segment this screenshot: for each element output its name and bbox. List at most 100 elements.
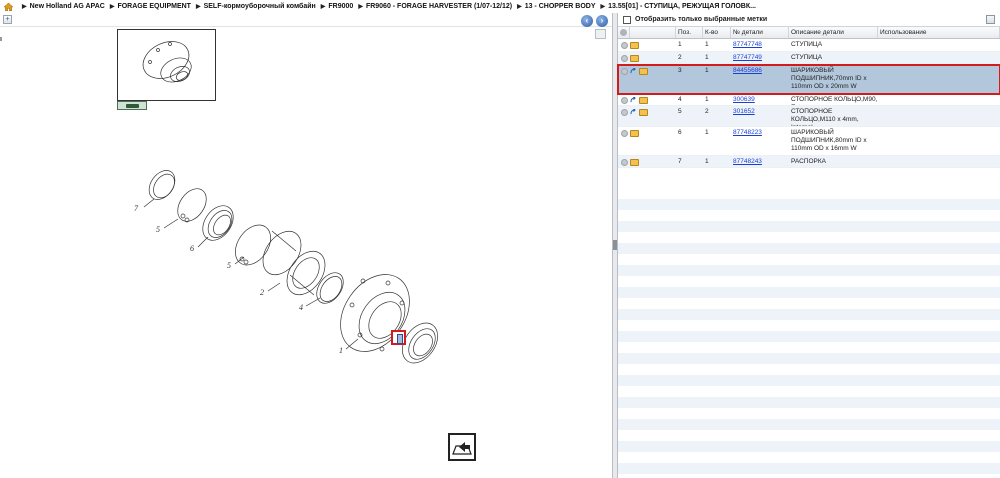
parts-list-pane: Отобразить только выбранные метки Поз. К… — [617, 13, 1000, 478]
description-cell: СТОПОРНОЕ КОЛЬЦО,M110 x 4mm, Internal — [791, 108, 859, 126]
breadcrumb-separator: ▶ — [22, 4, 27, 10]
callout-7[interactable]: 7 — [134, 204, 139, 213]
part-2-hub-sleeve[interactable] — [255, 224, 333, 302]
next-icon[interactable]: › — [596, 15, 608, 27]
part-box-icon[interactable] — [630, 159, 639, 166]
pos-cell: 7 — [678, 158, 682, 165]
part-box-icon[interactable] — [630, 42, 639, 49]
diagram-thumbnail[interactable] — [117, 29, 216, 101]
breadcrumb-item[interactable]: FR9000 — [328, 3, 353, 10]
expand-icon[interactable]: + — [3, 15, 12, 24]
link-arrow-icon[interactable] — [630, 109, 637, 115]
description-cell: СТУПИЦА — [791, 54, 823, 61]
part-no-header[interactable]: № детали — [731, 27, 789, 38]
breadcrumb: ▶ New Holland AG APAC ▶ FORAGE EQUIPMENT… — [0, 0, 1000, 13]
breadcrumb-item[interactable]: FORAGE EQUIPMENT — [117, 3, 191, 10]
breadcrumb-item[interactable]: 13 - CHOPPER BODY — [525, 3, 596, 10]
export-icon[interactable] — [448, 433, 476, 461]
prev-icon[interactable]: ‹ — [581, 15, 593, 27]
breadcrumb-item[interactable]: FR9060 - FORAGE HARVESTER (1/07-12/12) — [366, 3, 512, 10]
part-box-icon[interactable] — [639, 109, 648, 116]
select-all-header[interactable] — [618, 27, 630, 38]
table-row[interactable]: 2 1 87747749 СТУПИЦА — [618, 52, 1000, 65]
part-number-link[interactable]: 301652 — [731, 106, 789, 126]
select-icon[interactable] — [621, 159, 628, 166]
part-number-link[interactable]: 87748243 — [731, 156, 789, 167]
usage-cell — [878, 106, 1000, 126]
pos-cell: 4 — [678, 96, 682, 103]
part-box-icon[interactable] — [639, 97, 648, 104]
part-4-retaining-ring[interactable] — [311, 268, 349, 308]
pos-header[interactable]: Поз. — [676, 27, 703, 38]
breadcrumb-item[interactable]: New Holland AG APAC — [30, 3, 105, 10]
pos-cell: 5 — [678, 108, 682, 115]
fit-view-button[interactable] — [595, 29, 606, 39]
select-all-icon[interactable] — [620, 29, 627, 36]
splitter-grip[interactable] — [613, 240, 617, 250]
part-7-spacer[interactable] — [144, 166, 180, 205]
description-header[interactable]: Описание детали — [789, 27, 878, 38]
part-6-bearing[interactable] — [196, 200, 239, 246]
callout-5-lower[interactable]: 5 — [227, 261, 231, 270]
row-icons — [618, 65, 676, 93]
breadcrumb-item-current: 13.55[01] - СТУПИЦА, РЕЖУЩАЯ ГОЛОВК... — [608, 3, 756, 10]
part-5-circlip[interactable] — [172, 183, 212, 226]
row-icons — [618, 94, 676, 105]
part-number-link[interactable]: 87748223 — [731, 127, 789, 155]
part-box-icon[interactable] — [630, 130, 639, 137]
home-icon[interactable] — [4, 2, 13, 11]
breadcrumb-separator: ▶ — [109, 4, 115, 10]
usage-header[interactable]: Использование — [878, 27, 1000, 38]
part-number-link[interactable]: 87747749 — [731, 52, 789, 64]
breadcrumb-separator: ▶ — [517, 4, 522, 10]
exploded-diagram: 7 5 6 5 2 4 1 — [120, 153, 450, 383]
callout-4[interactable]: 4 — [299, 303, 303, 312]
gutter-marker — [0, 37, 2, 41]
breadcrumb-separator: ▶ — [358, 4, 363, 10]
part-number-link[interactable]: 300639 — [731, 94, 789, 105]
select-icon[interactable] — [621, 109, 628, 116]
filter-bar: Отобразить только выбранные метки — [618, 13, 1000, 27]
table-row[interactable]: 6 1 87748223 ШАРИКОВЫЙ ПОДШИПНИК,80mm ID… — [618, 127, 1000, 156]
pos-cell: 2 — [678, 54, 682, 61]
breadcrumb-separator: ▶ — [600, 4, 606, 10]
table-row[interactable]: 7 1 87748243 РАСПОРКА — [618, 156, 1000, 168]
breadcrumb-item[interactable]: SELF-кормоуборочный комбайн — [204, 3, 316, 10]
illustration-pane: + ‹ › 7 5 6 5 2 4 1 — [0, 13, 612, 478]
usage-cell — [878, 94, 1000, 105]
selected-part-hotspot[interactable] — [391, 330, 406, 345]
restore-pane-icon[interactable] — [986, 15, 995, 24]
table-row[interactable]: 5 2 301652 СТОПОРНОЕ КОЛЬЦО,M110 x 4mm, … — [618, 106, 1000, 127]
qty-cell: 1 — [705, 158, 709, 165]
part-box-icon[interactable] — [639, 68, 648, 75]
row-icons — [618, 39, 676, 51]
thumbnail-toggle-button[interactable] — [117, 101, 147, 110]
row-icons — [618, 106, 676, 126]
icons-header — [630, 27, 676, 38]
link-arrow-icon[interactable] — [630, 97, 637, 103]
select-icon[interactable] — [621, 130, 628, 137]
description-cell: СТУПИЦА — [791, 41, 823, 48]
part-number-link[interactable]: 87747748 — [731, 39, 789, 51]
table-row-selected[interactable]: 3 1 84455686 ШАРИКОВЫЙ ПОДШИПНИК,70mm ID… — [617, 64, 1000, 95]
parts-table: Поз. К-во № детали Описание детали Испол… — [617, 27, 1000, 168]
select-icon[interactable] — [621, 68, 628, 75]
description-cell: СТОПОРНОЕ КОЛЬЦО,M90, Ext — [791, 96, 878, 105]
select-icon[interactable] — [621, 55, 628, 62]
usage-cell — [878, 52, 1000, 64]
part-box-icon[interactable] — [630, 55, 639, 62]
callout-2[interactable]: 2 — [260, 288, 264, 297]
callout-6[interactable]: 6 — [190, 244, 194, 253]
select-icon[interactable] — [621, 42, 628, 49]
qty-cell: 1 — [705, 129, 709, 136]
select-icon[interactable] — [621, 97, 628, 104]
part-number-link[interactable]: 84455686 — [731, 65, 789, 93]
show-selected-checkbox[interactable] — [623, 15, 631, 24]
link-arrow-icon[interactable] — [630, 68, 637, 74]
qty-header[interactable]: К-во — [703, 27, 731, 38]
table-row[interactable]: 4 1 300639 СТОПОРНОЕ КОЛЬЦО,M90, Ext — [618, 94, 1000, 106]
breadcrumb-separator: ▶ — [320, 4, 326, 10]
callout-1[interactable]: 1 — [339, 346, 343, 355]
table-row[interactable]: 1 1 87747748 СТУПИЦА — [618, 39, 1000, 52]
callout-5[interactable]: 5 — [156, 225, 160, 234]
